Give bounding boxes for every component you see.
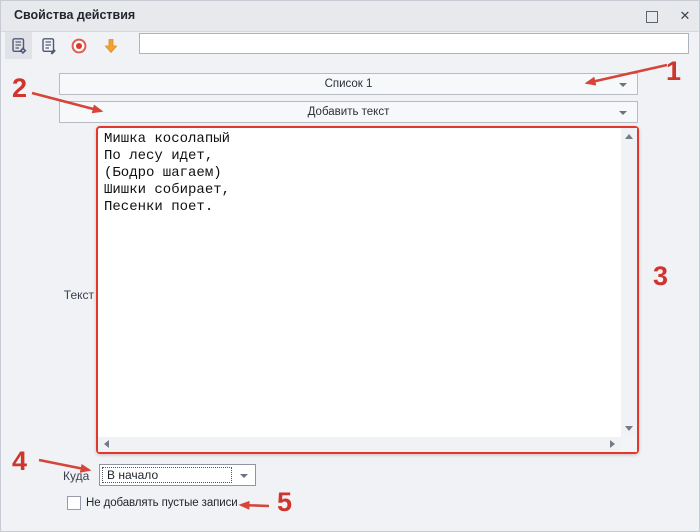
scrollbar-corner bbox=[621, 437, 637, 452]
orange-down-arrow-icon bbox=[102, 37, 120, 55]
scroll-up-icon[interactable] bbox=[625, 134, 633, 139]
vertical-scrollbar[interactable] bbox=[621, 128, 637, 437]
annotation-arrow-5 bbox=[241, 505, 269, 506]
action-dropdown[interactable]: Добавить текст bbox=[59, 101, 638, 123]
record-icon bbox=[70, 37, 88, 55]
close-icon: ✕ bbox=[680, 8, 691, 23]
text-area-highlight: Мишка косолапый По лесу идет, (Бодро шаг… bbox=[96, 126, 639, 454]
document-gear-icon bbox=[10, 37, 28, 55]
text-area[interactable]: Мишка косолапый По лесу идет, (Бодро шаг… bbox=[98, 128, 621, 437]
document-pencil-icon bbox=[40, 37, 58, 55]
annotation-number-4: 4 bbox=[12, 448, 27, 475]
action-dropdown-value: Добавить текст bbox=[60, 102, 637, 122]
scroll-right-icon[interactable] bbox=[610, 440, 615, 448]
titlebar: Свойства действия ✕ bbox=[1, 1, 699, 32]
toolbar-input[interactable] bbox=[139, 33, 689, 54]
chevron-down-icon bbox=[619, 83, 627, 87]
list-dropdown-value: Список 1 bbox=[60, 74, 637, 94]
empty-records-checkbox[interactable] bbox=[67, 496, 81, 510]
where-label: Куда bbox=[63, 469, 89, 483]
text-field-label: Текст bbox=[59, 288, 94, 302]
annotation-number-5: 5 bbox=[277, 489, 292, 516]
where-dropdown-value: В начало bbox=[107, 468, 158, 482]
close-button[interactable]: ✕ bbox=[676, 7, 694, 25]
scroll-down-icon[interactable] bbox=[625, 426, 633, 431]
chevron-down-icon bbox=[619, 111, 627, 115]
horizontal-scrollbar[interactable] bbox=[98, 437, 621, 452]
scroll-left-icon[interactable] bbox=[104, 440, 109, 448]
list-edit-button[interactable] bbox=[35, 32, 62, 59]
maximize-button[interactable] bbox=[643, 9, 661, 25]
record-button[interactable] bbox=[65, 32, 92, 59]
window-title: Свойства действия bbox=[14, 8, 135, 22]
annotation-number-2: 2 bbox=[12, 75, 27, 102]
maximize-icon bbox=[646, 11, 658, 23]
chevron-down-icon bbox=[240, 474, 248, 478]
list-settings-button[interactable] bbox=[5, 32, 32, 59]
insert-down-button[interactable] bbox=[97, 32, 124, 59]
list-dropdown[interactable]: Список 1 bbox=[59, 73, 638, 95]
where-dropdown[interactable]: В начало bbox=[99, 464, 256, 486]
annotation-number-1: 1 bbox=[666, 58, 681, 85]
action-properties-dialog: Свойства действия ✕ bbox=[0, 0, 700, 532]
empty-records-checkbox-label: Не добавлять пустые записи bbox=[86, 497, 238, 509]
annotation-number-3: 3 bbox=[653, 263, 668, 290]
